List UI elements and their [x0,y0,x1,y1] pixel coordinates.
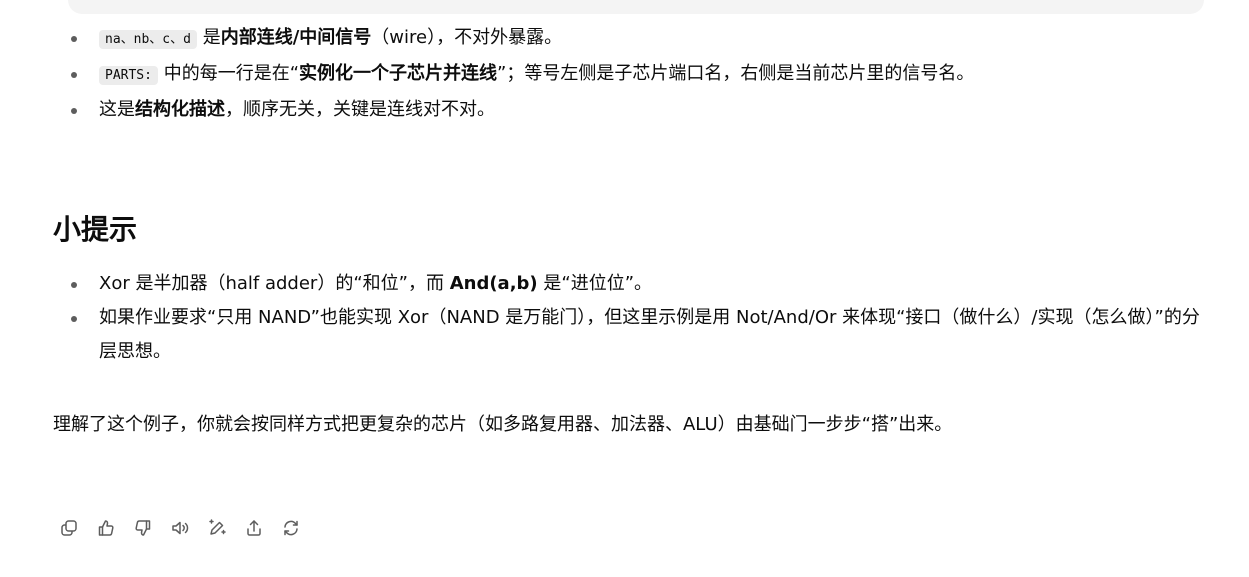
inline-code: PARTS: [99,66,158,85]
speaker-icon [172,521,189,535]
thumbs-up-button[interactable] [90,512,122,544]
bullet-list-wires: na、nb、c、d 是内部连线/中间信号（wire），不对外暴露。 PARTS:… [53,21,974,127]
bold-text: 实例化一个子芯片并连线 [299,63,498,84]
message-action-bar [53,512,312,544]
thumbs-up-icon [98,520,114,536]
read-aloud-button[interactable] [164,512,196,544]
bullet-list-tips: Xor 是半加器（half adder）的“和位”，而 And(a,b) 是“进… [53,267,1213,369]
share-button[interactable] [238,512,270,544]
list-item: 这是结构化描述，顺序无关，关键是连线对不对。 [53,93,974,127]
list-item: na、nb、c、d 是内部连线/中间信号（wire），不对外暴露。 [53,21,974,57]
code-block-bottom [68,0,1204,14]
regenerate-icon [284,520,298,536]
thumbs-down-button[interactable] [127,512,159,544]
edit-button[interactable] [201,512,233,544]
list-item: 如果作业要求“只用 NAND”也能实现 Xor（NAND 是万能门），但这里示例… [53,301,1213,369]
bold-text: 结构化描述 [135,99,225,120]
list-item: Xor 是半加器（half adder）的“和位”，而 And(a,b) 是“进… [53,267,1213,301]
thumbs-down-icon [135,520,151,536]
list-item: PARTS: 中的每一行是在“实例化一个子芯片并连线”；等号左侧是子芯片端口名，… [53,57,974,93]
share-icon [247,520,261,536]
closing-paragraph: 理解了这个例子，你就会按同样方式把更复杂的芯片（如多路复用器、加法器、ALU）由… [53,414,953,435]
copy-icon [61,520,77,536]
regenerate-button[interactable] [275,512,307,544]
copy-button[interactable] [53,512,85,544]
edit-sparkle-icon [209,519,226,535]
inline-code: na、nb、c、d [99,30,197,49]
bold-text: 内部连线/中间信号 [220,27,372,48]
section-heading: 小提示 [53,213,138,246]
bold-text: And(a,b) [449,273,538,294]
